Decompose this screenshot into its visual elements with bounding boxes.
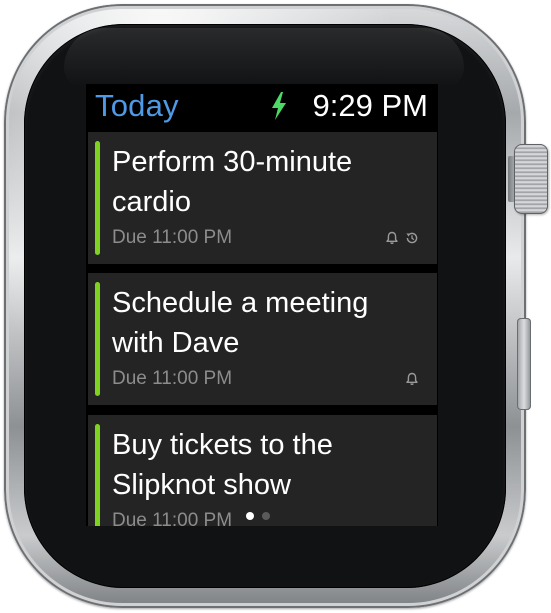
clock: 9:29 PM [312, 88, 428, 123]
task-accent-bar [95, 424, 100, 526]
page-dot[interactable] [262, 512, 270, 520]
page-title[interactable]: Today [95, 88, 179, 124]
recurring-icon [406, 232, 418, 244]
task-card[interactable]: Perform 30-minute cardio Due 11:00 PM [88, 132, 437, 264]
task-card[interactable]: Buy tickets to the Slipknot show Due 11:… [88, 415, 437, 526]
task-card[interactable]: Schedule a meeting with Dave Due 11:00 P… [88, 273, 437, 405]
bell-icon [386, 231, 398, 245]
page-indicator [246, 512, 270, 520]
digital-crown[interactable] [514, 144, 548, 214]
charging-bolt-icon [272, 92, 286, 120]
watch-screen: Today 9:29 PM Perform 30-minute cardio D… [86, 84, 438, 526]
task-icons [405, 371, 419, 387]
bezel-sheen [64, 28, 464, 88]
task-title: Buy tickets to the Slipknot show [112, 429, 333, 501]
task-due: Due 11:00 PM [112, 510, 233, 526]
task-accent-bar [95, 141, 100, 255]
status-bar: Today 9:29 PM [86, 84, 438, 128]
task-due: Due 11:00 PM [112, 227, 233, 248]
side-button[interactable] [517, 318, 531, 410]
page-dot-current[interactable] [246, 512, 254, 520]
task-title: Perform 30-minute cardio [112, 146, 353, 218]
task-accent-bar [95, 282, 100, 396]
task-icons [385, 230, 419, 246]
task-title: Schedule a meeting with Dave [112, 287, 369, 359]
task-due: Due 11:00 PM [112, 368, 233, 389]
bell-icon [406, 372, 418, 386]
